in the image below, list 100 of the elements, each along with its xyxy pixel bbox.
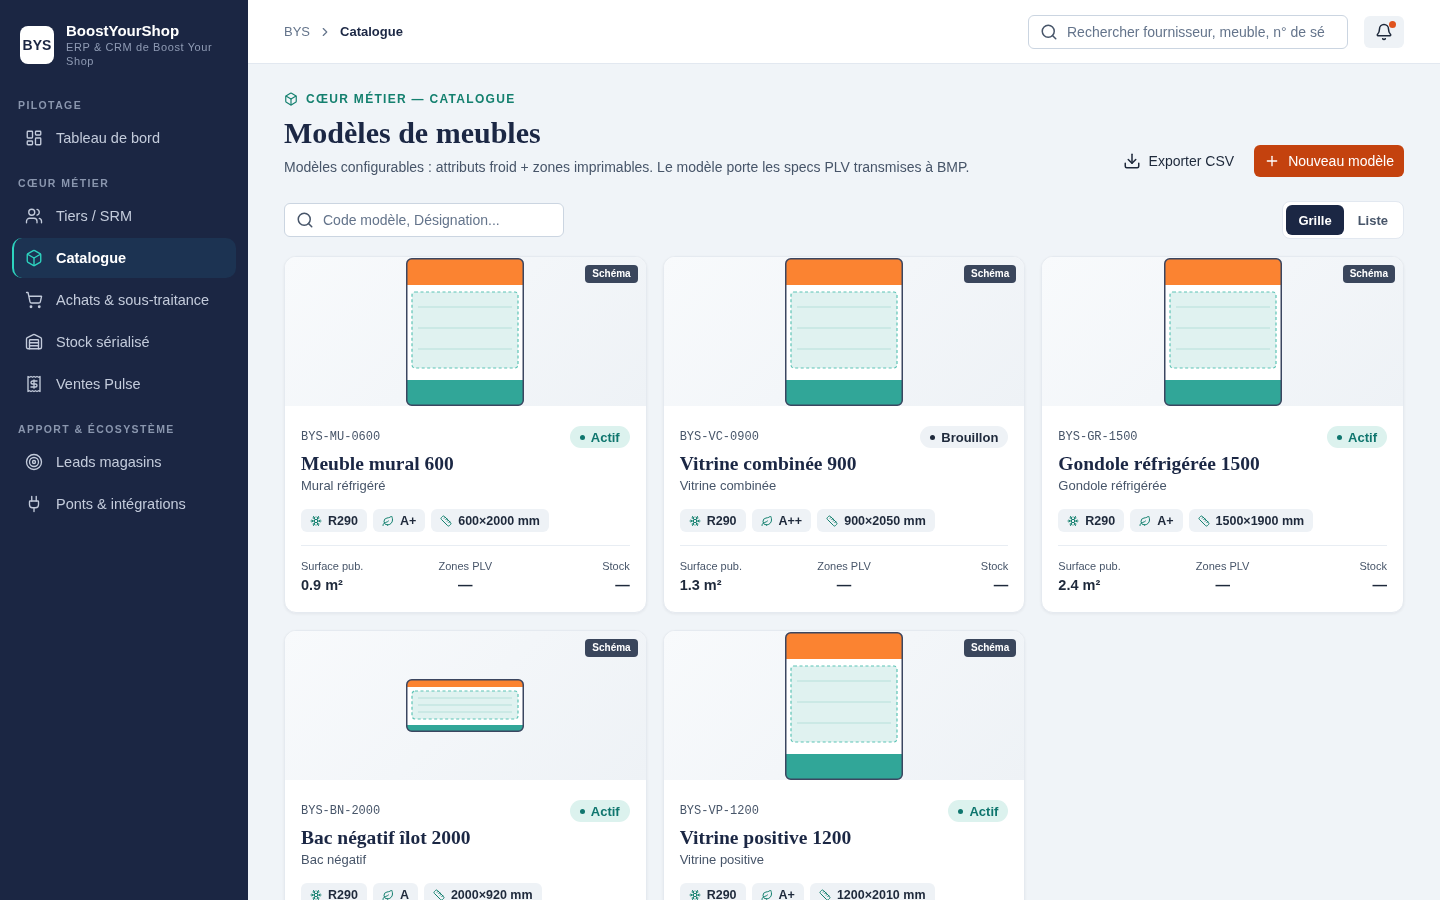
status-dot-icon <box>579 808 585 814</box>
model-name: Vitrine positive 1200 <box>679 826 853 850</box>
status-dot-icon <box>958 808 964 814</box>
notifications-button[interactable] <box>1364 15 1404 48</box>
status-dot-icon <box>579 434 585 440</box>
brand-logo: BYS <box>20 26 54 64</box>
model-category: Vitrine positive <box>679 851 765 869</box>
stat-label: Zones PLV <box>817 559 871 573</box>
model-code: BYS-MU-0600 <box>301 430 381 444</box>
stat-value: — <box>1215 576 1230 595</box>
spec-tag: 900×2050 mm <box>817 509 935 532</box>
breadcrumb-link[interactable]: Catalogue <box>340 24 403 39</box>
spec-tag: A+ <box>1130 509 1183 532</box>
target-icon <box>25 453 43 471</box>
model-code: BYS-BN-2000 <box>301 804 381 818</box>
nav-section-title: PILOTAGE <box>17 98 84 113</box>
schema-badge: Schéma <box>585 639 638 657</box>
snowflake-icon <box>1067 514 1080 527</box>
model-card[interactable]: Schéma BYS-MU-0600 Actif Meuble mural 600 Mural réfrigéré R290 A+ 600×2000 mm Surface pub. 0.9 m² Zones PLV — Stock — <box>284 256 647 613</box>
model-category: Mural réfrigéré <box>301 477 387 495</box>
spec-tag: A+ <box>372 509 426 532</box>
nav-section-title: CŒUR MÉTIER <box>17 176 111 191</box>
stat-label: Surface pub. <box>679 559 743 573</box>
nav-item[interactable]: Achats & sous-traitance <box>12 280 236 320</box>
search-icon <box>1040 22 1058 41</box>
stat-label: Surface pub. <box>1058 559 1121 573</box>
section-eyebrow: CŒUR MÉTIER — CATALOGUE <box>306 91 516 107</box>
model-category: Gondole réfrigérée <box>1058 477 1168 495</box>
spec-tag: R290 <box>301 509 367 532</box>
dashboard-grid-icon <box>25 129 43 147</box>
model-name: Gondole réfrigérée 1500 <box>1058 452 1261 476</box>
stat-value: 2.4 m² <box>1058 576 1101 595</box>
receipt-icon <box>25 375 43 393</box>
spec-tag: R290 <box>301 883 367 900</box>
spec-tag: A++ <box>751 509 812 532</box>
model-search-field[interactable]: Code modèle, Désignation... <box>284 203 564 237</box>
cube-icon <box>284 92 298 106</box>
view-toggle-button[interactable]: Liste <box>1345 205 1400 235</box>
leaf-icon <box>760 888 773 900</box>
stat-label: Zones PLV <box>1195 559 1250 573</box>
leaf-icon <box>381 888 394 900</box>
model-card[interactable]: Schéma BYS-VP-1200 Actif Vitrine positive 1200 Vitrine positive R290 A+ 1200×2010 mm <box>662 630 1026 900</box>
stat-label: Surface pub. <box>301 559 364 573</box>
global-search-field[interactable]: Rechercher fournisseur, meuble, n° de sé <box>1028 14 1348 49</box>
model-code: BYS-GR-1500 <box>1058 430 1138 444</box>
schema-badge: Schéma <box>585 265 638 283</box>
leaf-icon <box>381 514 394 527</box>
status-badge: Actif <box>569 426 630 448</box>
view-toggle-button[interactable]: Grille <box>1286 205 1344 235</box>
spec-tag: 2000×920 mm <box>423 883 542 900</box>
model-name: Bac négatif îlot 2000 <box>301 826 472 850</box>
spec-tag: R290 <box>1058 509 1125 532</box>
stat-label: Zones PLV <box>438 559 493 573</box>
ruler-icon <box>818 888 831 900</box>
search-icon <box>296 211 314 229</box>
cart-icon <box>25 291 43 309</box>
ruler-icon <box>1197 514 1210 527</box>
ruler-icon <box>826 514 839 527</box>
stat-value: — <box>615 576 630 595</box>
schema-badge: Schéma <box>963 265 1017 283</box>
model-name: Vitrine combinée 900 <box>679 452 858 476</box>
model-card[interactable]: Schéma BYS-VC-0900 Brouillon Vitrine combinée 900 Vitrine combinée R290 A++ 900×2050 mm Surface pub. 1.3 m² Zones PLV — Stock — <box>662 256 1026 613</box>
users-icon <box>25 207 43 225</box>
new-model-button[interactable]: Nouveau modèle <box>1254 145 1404 177</box>
model-name: Meuble mural 600 <box>301 452 455 476</box>
status-badge: Actif <box>569 800 630 822</box>
snowflake-icon <box>310 514 322 527</box>
ruler-icon <box>440 514 453 527</box>
page-title: Modèles de meubles <box>284 115 542 151</box>
brand-tagline: ERP & CRM de Boost Your Shop <box>66 40 214 68</box>
breadcrumb-link[interactable]: BYS <box>284 24 310 39</box>
model-card[interactable]: Schéma BYS-BN-2000 Actif Bac négatif îlot 2000 Bac négatif R290 A 2000×920 mm <box>284 630 647 900</box>
nav-item[interactable]: Ventes Pulse <box>12 364 236 404</box>
nav-item[interactable]: Catalogue <box>12 238 236 278</box>
stat-value: — <box>1372 576 1387 595</box>
model-category: Vitrine combinée <box>679 477 778 495</box>
page-description: Modèles configurables : attributs froid + zones imprimables. Le modèle porte les specs PLV transmises à BMP. <box>284 158 970 177</box>
nav-item[interactable]: Stock sérialisé <box>12 322 236 362</box>
export-button[interactable]: Exporter CSV <box>1122 145 1235 177</box>
spec-tag: A <box>372 883 418 900</box>
spec-tag: 1200×2010 mm <box>809 883 935 900</box>
status-badge: Actif <box>1327 426 1387 448</box>
nav-item[interactable]: Tableau de bord <box>12 118 236 158</box>
model-code: BYS-VP-1200 <box>679 804 759 818</box>
leaf-icon <box>1139 514 1152 527</box>
download-icon <box>1122 152 1141 170</box>
nav-item[interactable]: Tiers / SRM <box>12 196 236 236</box>
nav-item[interactable]: Ponts & intégrations <box>12 484 236 524</box>
schema-badge: Schéma <box>1342 265 1395 283</box>
model-category: Bac négatif <box>301 851 368 869</box>
spec-tag: A+ <box>751 883 804 900</box>
model-card[interactable]: Schéma BYS-GR-1500 Actif Gondole réfrigérée 1500 Gondole réfrigérée R290 A+ 1500×1900 mm Surface pub. 2.4 m² Zones PLV — Stock — <box>1041 256 1404 613</box>
cube-icon <box>25 249 43 267</box>
bell-icon <box>1375 22 1393 41</box>
nav-item[interactable]: Leads magasins <box>12 442 236 482</box>
model-code: BYS-VC-0900 <box>679 430 759 444</box>
stat-value: — <box>458 576 473 595</box>
schema-badge: Schéma <box>963 639 1017 657</box>
stat-label: Stock <box>1359 559 1387 573</box>
stat-value: — <box>993 576 1009 595</box>
